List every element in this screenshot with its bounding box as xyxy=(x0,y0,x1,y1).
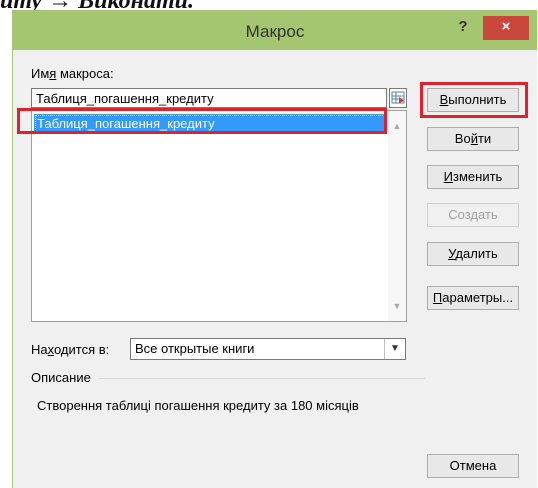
close-button[interactable]: × xyxy=(483,16,529,40)
step-into-button[interactable]: Войти xyxy=(427,127,519,151)
macro-dialog: Макрос ? × Имя макроса: Таблиця_погашенн… xyxy=(12,10,537,488)
help-button[interactable]: ? xyxy=(447,16,479,42)
edit-button[interactable]: Изменить xyxy=(427,165,519,189)
description-label: Описание xyxy=(31,370,91,385)
cancel-button[interactable]: Отмена xyxy=(427,454,519,478)
create-button[interactable]: Создать xyxy=(427,203,519,227)
selection-highlight-frame xyxy=(17,108,387,134)
scroll-up-icon[interactable]: ▲ xyxy=(388,117,406,135)
scroll-down-icon[interactable]: ▼ xyxy=(388,297,406,315)
title-bar[interactable]: Макрос ? × xyxy=(13,10,537,50)
description-separator xyxy=(99,378,425,379)
macro-list[interactable]: Таблиця_погашення_кредиту ▲ ▼ xyxy=(31,110,407,322)
location-select[interactable]: Все открытые книги ▼ xyxy=(130,338,406,360)
chevron-down-icon[interactable]: ▼ xyxy=(384,339,405,359)
macro-name-label: Имя макроса: xyxy=(31,66,114,81)
collapse-dialog-icon[interactable] xyxy=(389,88,407,108)
run-highlight-frame xyxy=(420,82,528,118)
location-select-value: Все открытые книги xyxy=(135,341,255,356)
description-text: Створення таблиці погашення кредиту за 1… xyxy=(37,398,359,413)
macro-name-input[interactable]: Таблиця_погашення_кредиту xyxy=(31,88,387,108)
macro-list-scrollbar[interactable]: ▲ ▼ xyxy=(388,111,406,321)
options-button[interactable]: Параметры... xyxy=(427,286,519,310)
delete-button[interactable]: Удалить xyxy=(427,242,519,266)
location-label: Находится в: xyxy=(31,342,110,357)
